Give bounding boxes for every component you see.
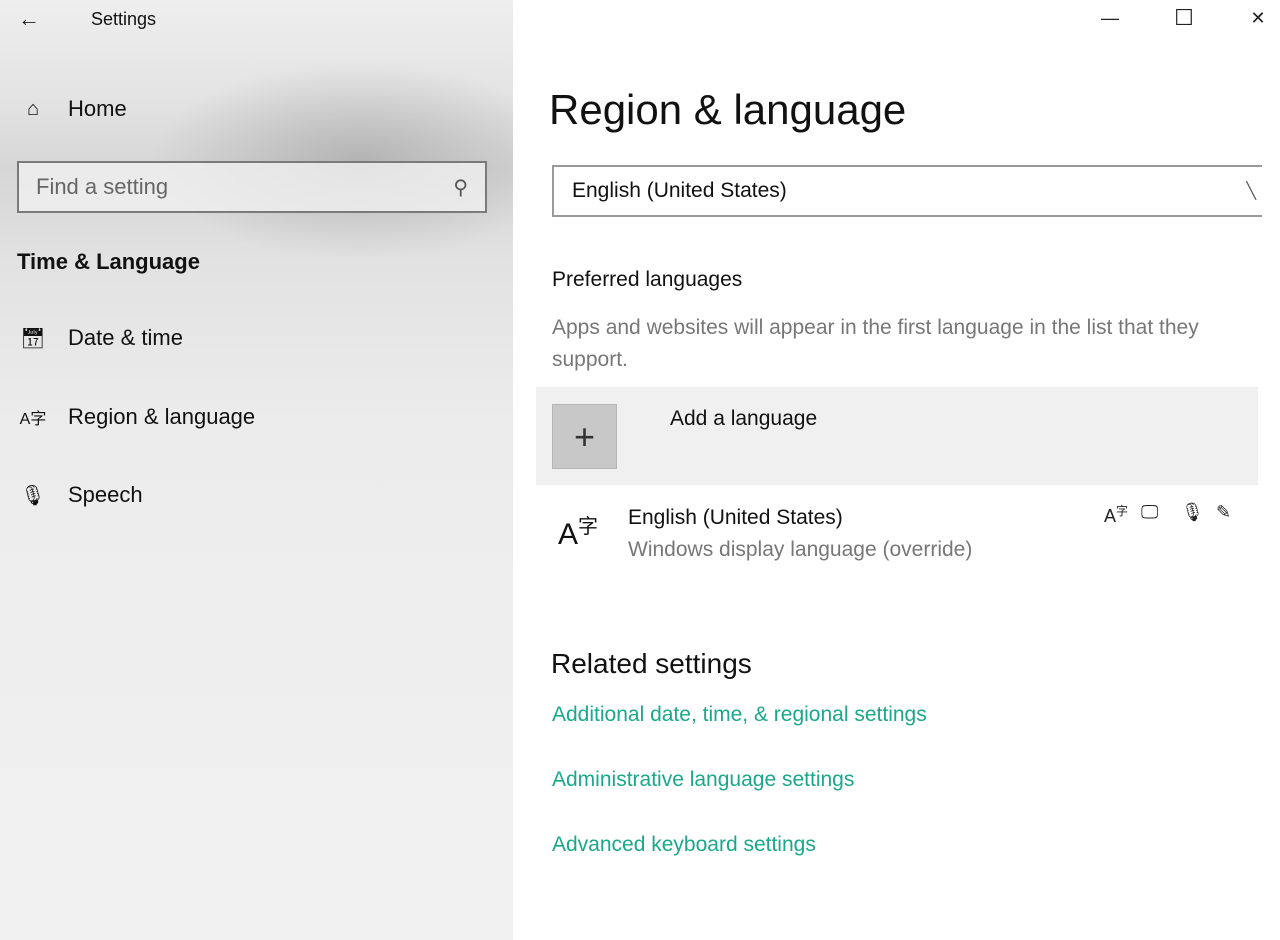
maximize-button[interactable]: ☐ (1154, 0, 1214, 36)
search-input[interactable]: Find a setting ⚲ (17, 161, 487, 213)
display-language-dropdown[interactable]: English (United States) ╲ (552, 165, 1262, 217)
calendar-clock-icon: 📅︎ (20, 327, 46, 350)
sidebar-item-date-time[interactable]: 📅︎ Date & time (18, 325, 183, 351)
microphone-icon: 🎙︎ (20, 484, 46, 507)
add-language-label: Add a language (670, 407, 818, 430)
sidebar-item-label: Home (68, 96, 127, 121)
sidebar-item-region-language[interactable]: A字 Region & language (18, 404, 256, 430)
preferred-languages-heading: Preferred languages (552, 268, 743, 291)
minimize-button[interactable]: — (1080, 0, 1140, 36)
language-subtitle: Windows display language (override) (628, 538, 973, 561)
search-placeholder: Find a setting (36, 174, 169, 199)
language-icon: A字 (19, 411, 47, 428)
language-pack-icon: A字 (1104, 504, 1129, 526)
app-title: Settings (91, 9, 157, 29)
home-icon: ⌂ (26, 97, 40, 120)
page-title: Region & language (549, 86, 907, 133)
search-icon[interactable]: ⚲ (453, 175, 468, 200)
related-settings-heading: Related settings (551, 648, 752, 679)
sidebar-item-label: Region & language (68, 404, 256, 429)
back-arrow-icon[interactable]: ← (18, 6, 40, 32)
sidebar: ← Settings ⌂ Home Find a setting ⚲ Time … (0, 0, 513, 940)
link-administrative-language[interactable]: Administrative language settings (552, 768, 854, 792)
close-button[interactable]: ✕ (1228, 0, 1280, 36)
link-advanced-keyboard[interactable]: Advanced keyboard settings (552, 833, 816, 857)
add-language-button[interactable]: + Add a language (536, 387, 1258, 485)
speech-icon: 🎙︎ (1181, 502, 1204, 522)
language-icon: A字 (558, 516, 599, 551)
sidebar-item-home[interactable]: ⌂ Home (18, 96, 127, 122)
sidebar-item-label: Date & time (68, 325, 183, 350)
chevron-down-icon: ╲ (1246, 183, 1256, 200)
section-heading: Time & Language (17, 249, 200, 274)
language-name[interactable]: English (United States) (628, 506, 843, 530)
sidebar-item-label: Speech (68, 482, 143, 507)
dropdown-value: English (United States) (572, 179, 787, 202)
display-icon: 🖵︎ (1141, 502, 1159, 522)
plus-icon: + (552, 404, 617, 469)
sidebar-item-speech[interactable]: 🎙︎ Speech (18, 482, 143, 508)
preferred-languages-description: Apps and websites will appear in the fir… (552, 316, 1199, 371)
link-additional-date-time-regional[interactable]: Additional date, time, & regional settin… (552, 703, 927, 727)
handwriting-icon: ✎ (1216, 502, 1232, 522)
